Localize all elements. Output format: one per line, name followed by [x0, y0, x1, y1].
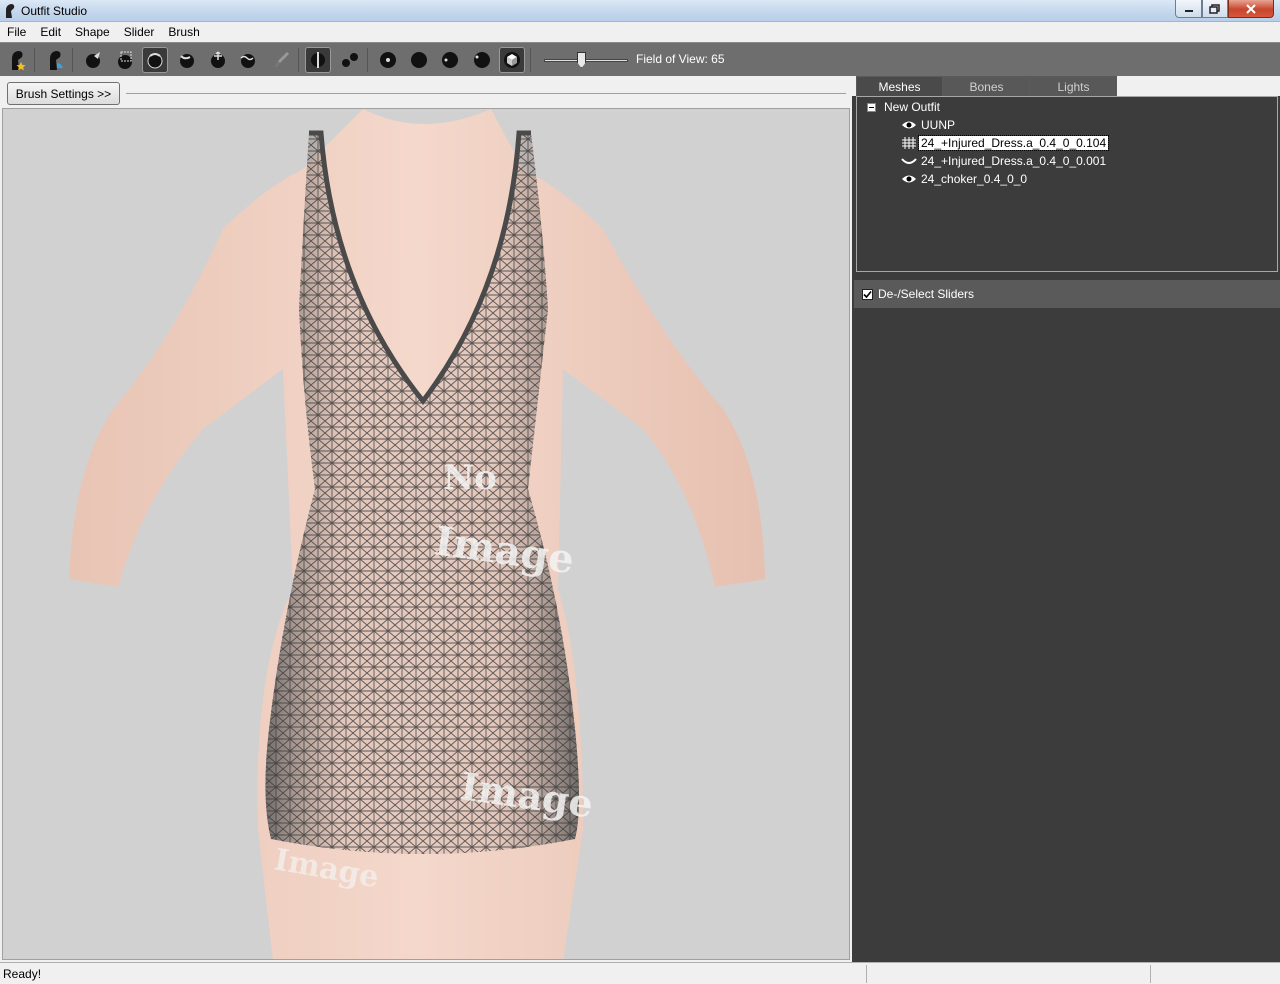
title-bar: Outfit Studio: [0, 0, 1280, 22]
brush-size-small-button[interactable]: [375, 47, 401, 73]
connected-icon: [342, 53, 358, 67]
fov-label: Field of View: 65: [636, 52, 725, 66]
select-tool-button[interactable]: [80, 47, 106, 73]
show-texture-button[interactable]: [499, 47, 525, 73]
menu-file[interactable]: File: [0, 22, 33, 42]
dot-xlarge-icon: [474, 52, 490, 68]
slider-panel-header: De-/Select Sliders: [854, 280, 1280, 308]
tab-meshes[interactable]: Meshes: [856, 76, 943, 96]
tree-item-label: UUNP: [921, 118, 956, 132]
brush-size-large-button[interactable]: [437, 47, 463, 73]
head-star-icon: [12, 51, 26, 71]
tree-root-label: New Outfit: [884, 100, 941, 114]
checkmark-icon: [863, 290, 872, 298]
toolbar-separator: [298, 48, 299, 72]
minimize-button[interactable]: [1175, 0, 1202, 18]
watermark-text: No: [443, 458, 497, 498]
fov-slider-track[interactable]: [544, 59, 628, 62]
weight-brush-button[interactable]: [268, 47, 294, 73]
status-divider: [1150, 965, 1151, 983]
tree-item-label: 24_+Injured_Dress.a_0.4_0_0.104: [917, 135, 1110, 151]
dot-large-icon: [442, 52, 458, 68]
brush-settings-divider: [126, 93, 846, 94]
slider-list: [854, 308, 1280, 962]
deflate-icon: [180, 54, 194, 68]
close-icon: [1246, 3, 1256, 14]
tree-item-choker[interactable]: 24_choker_0.4_0_0: [901, 170, 1029, 188]
menu-shape[interactable]: Shape: [68, 22, 117, 42]
grid-icon[interactable]: [901, 137, 917, 149]
tree-item-dress-104[interactable]: 24_+Injured_Dress.a_0.4_0_0.104: [901, 134, 1110, 152]
inflate-brush-button[interactable]: [142, 47, 168, 73]
deflate-brush-button[interactable]: [174, 47, 200, 73]
conform-slider-button[interactable]: [42, 47, 68, 73]
maximize-button[interactable]: [1202, 0, 1228, 18]
tree-item-uunp[interactable]: UUNP: [901, 116, 957, 134]
select-arrow-icon: [86, 52, 100, 68]
viewport-pane: Brush Settings >> No Image Image Image: [0, 76, 852, 962]
smooth-brush-button[interactable]: [235, 47, 261, 73]
eye-icon[interactable]: [901, 119, 917, 131]
select-sliders-label[interactable]: De-/Select Sliders: [878, 287, 974, 301]
menu-slider[interactable]: Slider: [117, 22, 162, 42]
new-slider-button[interactable]: [4, 47, 30, 73]
move-brush-button[interactable]: [205, 47, 231, 73]
brush-size-medium-button[interactable]: [406, 47, 432, 73]
model-render: No Image Image Image: [69, 109, 765, 959]
paint-brush-icon: [274, 52, 289, 68]
menu-brush[interactable]: Brush: [161, 22, 206, 42]
select-sliders-checkbox[interactable]: [862, 288, 873, 300]
tree-item-label: 24_choker_0.4_0_0: [921, 172, 1028, 186]
status-text: Ready!: [3, 967, 42, 981]
toolbar: Field of View: 65: [0, 42, 1280, 76]
tree-item-label: 24_+Injured_Dress.a_0.4_0_0.001: [921, 154, 1107, 168]
fov-slider-thumb[interactable]: [577, 52, 586, 68]
mask-box-icon: [118, 51, 132, 69]
close-button[interactable]: [1228, 0, 1274, 18]
toolbar-separator: [72, 48, 73, 72]
menu-bar: File Edit Shape Slider Brush: [0, 22, 1280, 42]
tab-lights[interactable]: Lights: [1030, 76, 1117, 96]
dot-medium-icon: [411, 52, 427, 68]
mask-tool-button[interactable]: [112, 47, 138, 73]
tree-root[interactable]: New Outfit: [867, 98, 942, 116]
smooth-icon: [240, 54, 255, 68]
cube-icon: [504, 52, 520, 68]
toolbar-separator: [34, 48, 35, 72]
connected-only-button[interactable]: [337, 47, 363, 73]
window-title: Outfit Studio: [21, 4, 88, 18]
toolbar-separator: [530, 48, 531, 72]
mesh-tree: New Outfit UUNP 24_+Injured_Dress.a_0.4_…: [856, 96, 1278, 272]
dot-small-icon: [380, 52, 396, 68]
3d-viewport[interactable]: No Image Image Image: [2, 108, 850, 960]
brush-size-xlarge-button[interactable]: [469, 47, 495, 73]
status-divider: [866, 965, 867, 983]
tree-item-dress-001[interactable]: 24_+Injured_Dress.a_0.4_0_0.001: [901, 152, 1108, 170]
status-bar: Ready!: [0, 962, 1280, 984]
move-arrows-icon: [211, 51, 225, 68]
tab-strip: Meshes Bones Lights: [852, 76, 1280, 96]
tab-bones[interactable]: Bones: [943, 76, 1030, 96]
brush-settings-button[interactable]: Brush Settings >>: [7, 82, 120, 105]
menu-edit[interactable]: Edit: [33, 22, 68, 42]
mirror-icon: [311, 52, 325, 68]
collapse-toggle-icon[interactable]: [867, 102, 876, 112]
restore-icon: [1209, 3, 1220, 14]
right-pane: Meshes Bones Lights New Outfit UUNP 24_+…: [852, 76, 1280, 962]
minimize-icon: [1184, 9, 1193, 12]
closed-eye-icon[interactable]: [901, 155, 917, 167]
outfit-studio-app-icon: [6, 4, 15, 18]
head-blue-icon: [50, 51, 63, 70]
toolbar-separator: [367, 48, 368, 72]
eye-icon[interactable]: [901, 173, 917, 185]
x-mirror-button[interactable]: [305, 47, 331, 73]
inflate-icon: [147, 53, 163, 69]
